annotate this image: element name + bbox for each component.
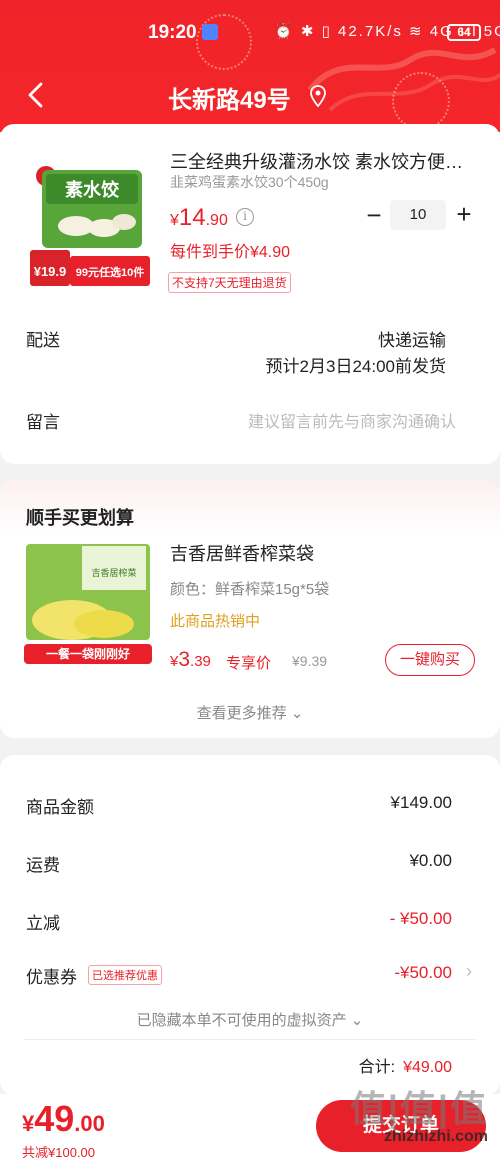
info-icon[interactable]: i [236, 208, 254, 226]
upsell-price-tag: 专享价 [226, 655, 272, 672]
svg-text:99元任选10件: 99元任选10件 [76, 265, 144, 279]
svg-text:吉香居榨菜: 吉香居榨菜 [91, 567, 136, 578]
upsell-section-title: 顺手买更划算 [26, 508, 134, 528]
product-spec: 韭菜鸡蛋素水饺30个450g [170, 174, 329, 190]
order-item-card: 素水饺 ¥19.9 99元任选10件 三全经典升级灌汤水饺 素水饺方便… 韭菜鸡… [0, 124, 500, 464]
upsell-hot-label: 此商品热销中 [170, 613, 261, 630]
svg-text:素水饺: 素水饺 [65, 179, 120, 200]
total-price: ¥49.00 [22, 1098, 105, 1139]
svg-text:¥19.9: ¥19.9 [34, 264, 67, 279]
quantity-input[interactable]: 10 [390, 200, 446, 230]
shipping-fee-value: ¥0.00 [409, 851, 452, 870]
no-return-badge: 不支持7天无理由退货 [168, 272, 291, 293]
status-time: 19:20 [148, 22, 197, 43]
total-saved: 共减¥100.00 [22, 1145, 95, 1160]
product-image[interactable]: 素水饺 ¥19.9 99元任选10件 [24, 144, 152, 394]
shipping-date: 预计2月3日24:00前发货 [265, 357, 446, 376]
goods-amount-label: 商品金额 [26, 798, 94, 817]
more-recommendations-link[interactable]: 查看更多推荐 ⌄ [0, 702, 500, 723]
remark-label: 留言 [26, 413, 60, 432]
shipping-fee-label: 运费 [26, 856, 60, 875]
divider [24, 1039, 476, 1040]
increase-quantity-button[interactable]: + [452, 201, 476, 227]
goods-amount-value: ¥149.00 [390, 793, 452, 812]
watermark-logo: 值|值|值 [349, 1088, 488, 1129]
coupon-badge: 已选推荐优惠 [88, 965, 162, 985]
hidden-assets-toggle[interactable]: 已隐藏本单不可使用的虚拟资产 ⌄ [0, 1009, 500, 1030]
header: 19:20 ⏰ ✱ ▯ 42.7K/s ≋ 4G ııl 5G ııl 64 长… [0, 0, 500, 132]
location-pin-icon [310, 85, 326, 107]
decrease-quantity-button[interactable]: − [362, 202, 386, 228]
upsell-product-image[interactable]: 吉香居榨菜 一餐一袋刚刚好 [24, 536, 152, 664]
back-icon[interactable] [22, 80, 52, 110]
watermark: 值|值|值 zhizhizhi.com [350, 1080, 488, 1146]
coupon-value[interactable]: -¥50.00 [394, 963, 452, 983]
discount-value: - ¥50.00 [389, 909, 452, 928]
battery-icon: 64 [447, 24, 481, 41]
shipping-method[interactable]: 快递运输 [378, 326, 446, 351]
subtotal-value: ¥49.00 [403, 1059, 452, 1076]
app-notification-icon [202, 24, 218, 40]
page-title: 长新路49号 [168, 87, 291, 114]
coupon-label: 优惠券 [26, 968, 77, 987]
upsell-original-price: ¥9.39 [292, 653, 328, 669]
unit-price: 每件到手价¥4.90 [170, 244, 291, 261]
upsell-title[interactable]: 吉香居鲜香榨菜袋 [170, 540, 314, 566]
subtotal-label: 合计: [358, 1059, 396, 1076]
upsell-spec: 颜色：鲜香榨菜15g*5袋 [170, 581, 330, 598]
upsell-card: 顺手买更划算 吉香居榨菜 一餐一袋刚刚好 吉香居鲜香榨菜袋 颜色：鲜香榨菜15g… [0, 480, 500, 738]
remark-input[interactable]: 建议留言前先与商家沟通确认 [248, 408, 456, 432]
subtotal: 合计: ¥49.00 [359, 1053, 452, 1077]
chevron-right-icon[interactable]: › [466, 961, 472, 982]
price-summary-card: 商品金额 ¥149.00 运费 ¥0.00 立减 - ¥50.00 优惠券 已选… [0, 755, 500, 1095]
one-click-buy-button[interactable]: 一键购买 [385, 644, 475, 676]
status-bar: 19:20 ⏰ ✱ ▯ 42.7K/s ≋ 4G ııl 5G ııl 64 [0, 0, 500, 62]
svg-text:一餐一袋刚刚好: 一餐一袋刚刚好 [46, 646, 130, 661]
discount-label: 立减 [26, 914, 60, 933]
product-price: ¥14.90 [170, 204, 228, 231]
upsell-price: ¥3.39 [170, 648, 211, 671]
product-title[interactable]: 三全经典升级灌汤水饺 素水饺方便… [170, 148, 470, 174]
shipping-label: 配送 [26, 331, 60, 350]
